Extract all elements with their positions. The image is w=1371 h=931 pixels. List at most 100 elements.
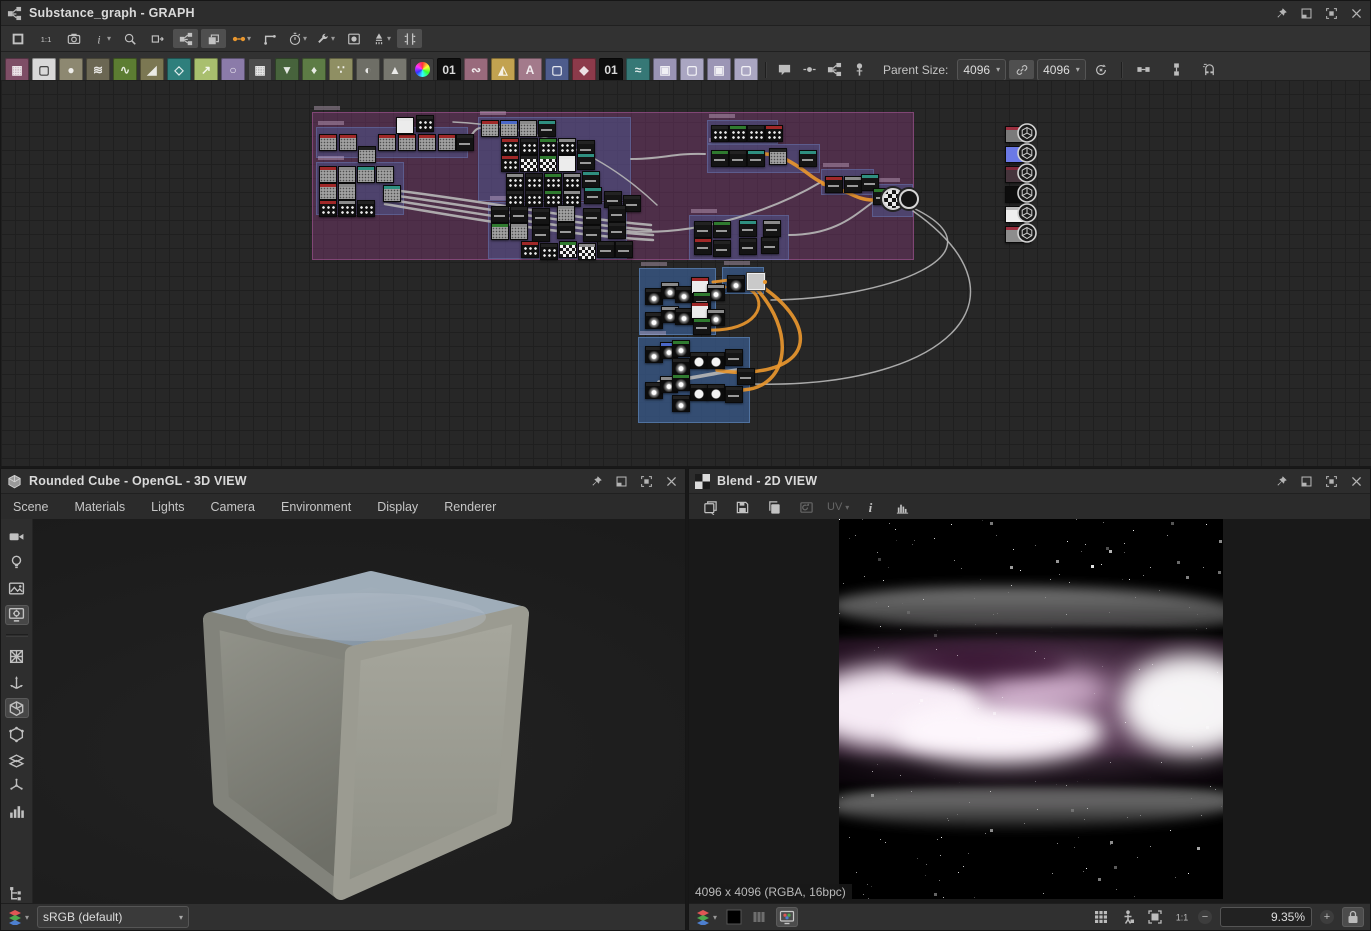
- directional-blur-node-button[interactable]: ≋: [86, 58, 110, 82]
- close-button[interactable]: [664, 474, 679, 489]
- graph-node[interactable]: [525, 173, 543, 190]
- graph-node[interactable]: [501, 138, 519, 155]
- zoom-mode-button[interactable]: [117, 29, 142, 48]
- graph-node[interactable]: [491, 206, 509, 223]
- graph-node[interactable]: [521, 241, 539, 258]
- graph-node[interactable]: [519, 120, 537, 137]
- transform-node-button[interactable]: ◇: [167, 58, 191, 82]
- close-button[interactable]: [1349, 6, 1364, 21]
- graph-node[interactable]: [582, 171, 600, 188]
- graph-node[interactable]: [578, 243, 596, 260]
- graph-node[interactable]: [763, 220, 781, 237]
- blend-node-output-circle[interactable]: [899, 189, 919, 209]
- graph-node[interactable]: [557, 222, 575, 239]
- graph-node[interactable]: [563, 173, 581, 190]
- stats-button[interactable]: [5, 802, 29, 822]
- output-badge-icon[interactable]: [1017, 123, 1037, 143]
- align-horizontal-button[interactable]: [1133, 58, 1155, 82]
- graph-node[interactable]: [357, 166, 375, 183]
- output-badge-icon[interactable]: [1017, 163, 1037, 183]
- maximize-button[interactable]: [1324, 474, 1339, 489]
- graph-node[interactable]: [481, 120, 499, 137]
- colorspace-dropdown[interactable]: sRGB (default) ▾: [37, 906, 189, 928]
- height-blend-node-button[interactable]: ▼: [275, 58, 299, 82]
- graph-node[interactable]: [510, 206, 528, 223]
- graph-node[interactable]: [540, 243, 558, 260]
- graph-node[interactable]: [711, 125, 729, 142]
- graph-node[interactable]: [747, 150, 765, 167]
- frame-all-button[interactable]: [5, 29, 30, 48]
- dot-node-button[interactable]: ∵: [329, 58, 353, 82]
- graph-node[interactable]: [577, 153, 595, 170]
- screenshot-button[interactable]: [61, 29, 86, 48]
- link-size-button[interactable]: [1009, 60, 1034, 79]
- compute-time-button[interactable]: ▾: [285, 29, 310, 48]
- graph-node[interactable]: [338, 183, 356, 200]
- hsl-node-button[interactable]: [410, 58, 434, 82]
- curve-node-button[interactable]: ∿: [113, 58, 137, 82]
- graph-node[interactable]: [844, 176, 862, 193]
- graph-node[interactable]: [672, 374, 690, 391]
- new-view-button[interactable]: [697, 497, 723, 518]
- graph-node[interactable]: [456, 134, 474, 151]
- comment-button[interactable]: [773, 58, 795, 82]
- graph-node[interactable]: [690, 352, 708, 369]
- snap-grid-button[interactable]: [397, 29, 422, 48]
- blur-node-button[interactable]: ●: [59, 58, 83, 82]
- channels-button[interactable]: ▾: [695, 909, 717, 925]
- directional-warp-node-button[interactable]: ↗: [194, 58, 218, 82]
- slope-blur-node-button[interactable]: ◢: [140, 58, 164, 82]
- pin-node-button[interactable]: [848, 58, 870, 82]
- graph-node[interactable]: [520, 138, 538, 155]
- maximize-button[interactable]: [639, 474, 654, 489]
- menu-environment[interactable]: Environment: [281, 500, 351, 514]
- graph-node[interactable]: [378, 134, 396, 151]
- graph-node[interactable]: [558, 155, 576, 172]
- actual-size-button[interactable]: 1:1: [33, 29, 58, 48]
- flood-fill-node-button[interactable]: ◆: [572, 58, 596, 82]
- graph-node[interactable]: [558, 138, 576, 155]
- parent-size-height-dropdown[interactable]: 4096▾: [1037, 59, 1086, 81]
- graph-node[interactable]: [765, 125, 783, 142]
- svg-node-button[interactable]: ▢: [32, 58, 56, 82]
- dock-button[interactable]: [1299, 474, 1314, 489]
- output-badge-icon[interactable]: [1017, 223, 1037, 243]
- colorspace-layers-icon[interactable]: ▾: [7, 909, 29, 925]
- graph-node[interactable]: [799, 150, 817, 167]
- uv-planes-button[interactable]: [5, 750, 29, 770]
- channel-columns-button[interactable]: [751, 909, 767, 925]
- graph-node[interactable]: [418, 134, 436, 151]
- actual-pixels-button[interactable]: 1:1: [1174, 909, 1190, 925]
- graph-node[interactable]: [338, 200, 356, 217]
- tile-sampler-node-button[interactable]: ▦: [248, 58, 272, 82]
- graph-node[interactable]: [761, 237, 779, 254]
- close-button[interactable]: [1349, 474, 1364, 489]
- lights-button[interactable]: [5, 553, 29, 573]
- value-node-button[interactable]: 01: [599, 58, 623, 82]
- menu-renderer[interactable]: Renderer: [444, 500, 496, 514]
- graph-node[interactable]: [416, 115, 434, 132]
- view3d-viewport[interactable]: [1, 519, 685, 904]
- graph-node[interactable]: [608, 205, 626, 222]
- graph-node[interactable]: [769, 148, 787, 165]
- zoom-out-button[interactable]: −: [1198, 910, 1212, 924]
- graph-node[interactable]: [729, 150, 747, 167]
- graph-node[interactable]: [690, 384, 708, 401]
- graph-node[interactable]: [694, 238, 712, 255]
- graph-node[interactable]: [693, 318, 711, 335]
- graph-node[interactable]: [532, 208, 550, 225]
- graph-node[interactable]: [376, 166, 394, 183]
- graph-node[interactable]: [707, 384, 725, 401]
- graph-node[interactable]: [672, 340, 690, 357]
- menu-display[interactable]: Display: [377, 500, 418, 514]
- graph-node[interactable]: [583, 208, 601, 225]
- graph-node[interactable]: [539, 155, 557, 172]
- gradient-axial-node-button[interactable]: ▢: [680, 58, 704, 82]
- graph-node[interactable]: [713, 221, 731, 238]
- warp-node-button[interactable]: ≈: [626, 58, 650, 82]
- graph-node[interactable]: [506, 173, 524, 190]
- graph-node[interactable]: [825, 176, 843, 193]
- graph-node[interactable]: [319, 200, 337, 217]
- pivot-button[interactable]: [5, 776, 29, 796]
- graph-node[interactable]: [506, 190, 524, 207]
